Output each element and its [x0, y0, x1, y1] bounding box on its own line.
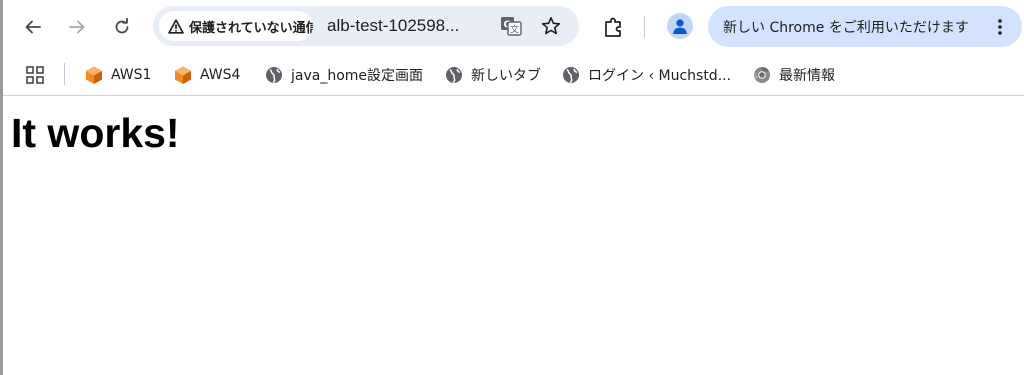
star-icon: [541, 17, 561, 35]
translate-icon: G 文: [501, 17, 522, 36]
bookmark-item-latest-info[interactable]: 最新情報: [752, 62, 835, 88]
browser-window: 保護されていない通信 alb-test-102598... G 文: [0, 0, 1024, 375]
security-label: 保護されていない通信: [189, 20, 313, 36]
bookmark-label: AWS1: [111, 67, 152, 83]
bookmark-label: 最新情報: [779, 68, 835, 84]
bookmarks-divider: [64, 63, 65, 85]
toolbar-divider: [644, 16, 645, 38]
arrow-left-icon: [25, 20, 41, 34]
apps-button[interactable]: [23, 63, 47, 87]
apps-grid-icon: [26, 66, 44, 84]
url-text[interactable]: alb-test-102598...: [327, 16, 459, 36]
chrome-update-button[interactable]: 新しい Chrome をご利用いただけます: [708, 6, 1022, 47]
bookmarks-bar: AWS1 AWS4 java_home設定画面 新しいタブ ログイン ‹ Muc…: [3, 54, 1024, 96]
browser-toolbar: 保護されていない通信 alb-test-102598... G 文: [3, 0, 1024, 54]
bookmark-star-button[interactable]: [539, 14, 563, 38]
page-heading: It works!: [11, 110, 180, 156]
aws-cube-icon: [84, 65, 104, 85]
profile-button[interactable]: [667, 13, 693, 39]
bookmark-label: AWS4: [200, 67, 241, 83]
forward-button[interactable]: [61, 11, 93, 43]
aws-cube-icon: [173, 65, 193, 85]
bookmark-item-java-home[interactable]: java_home設定画面: [264, 62, 423, 88]
extensions-button[interactable]: [600, 13, 628, 41]
bookmark-item-new-tab[interactable]: 新しいタブ: [444, 62, 541, 88]
chrome-menu-button[interactable]: [991, 17, 1009, 37]
chrome-update-label: 新しい Chrome をご利用いただけます: [723, 19, 969, 36]
security-chip[interactable]: 保護されていない通信: [159, 11, 313, 41]
reload-button[interactable]: [106, 11, 138, 43]
svg-text:文: 文: [510, 24, 519, 36]
puzzle-icon: [605, 17, 621, 37]
bookmark-label: java_home設定画面: [291, 68, 424, 84]
translate-button[interactable]: G 文: [499, 14, 523, 38]
bookmark-item-login[interactable]: ログイン ‹ Muchstd...: [561, 62, 731, 88]
globe-icon: [561, 65, 581, 85]
arrow-right-icon: [69, 20, 85, 34]
person-icon: [673, 19, 687, 34]
bookmark-item-aws1[interactable]: AWS1: [84, 62, 151, 88]
reload-icon: [115, 18, 129, 34]
globe-icon: [264, 65, 284, 85]
globe-icon: [444, 65, 464, 85]
bookmark-label: 新しいタブ: [471, 68, 541, 84]
warning-triangle-icon: [168, 18, 184, 34]
back-button[interactable]: [17, 11, 49, 43]
chrome-icon: [752, 65, 772, 85]
address-bar[interactable]: 保護されていない通信 alb-test-102598... G 文: [153, 6, 579, 46]
kebab-menu-icon: [998, 19, 1002, 35]
page-content: It works!: [3, 97, 1024, 375]
bookmark-item-aws4[interactable]: AWS4: [173, 62, 240, 88]
bookmark-label: ログイン ‹ Muchstd...: [588, 68, 732, 84]
